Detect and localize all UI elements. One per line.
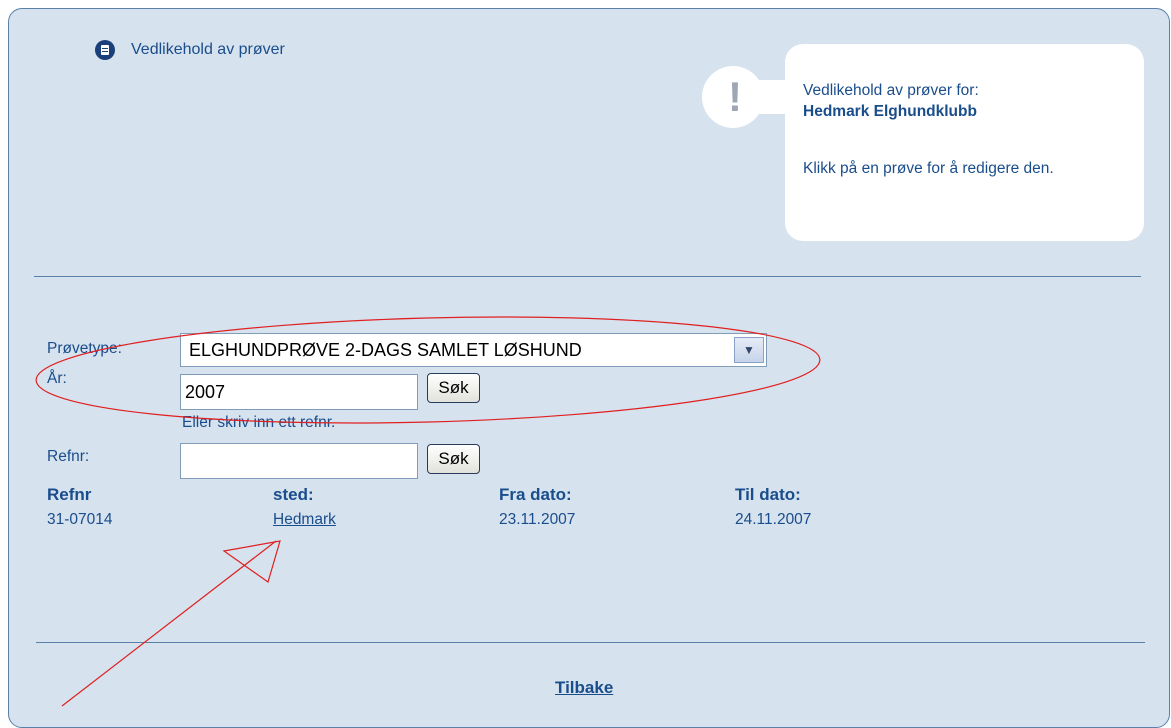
- page-title: Vedlikehold av prøver: [131, 41, 285, 58]
- chevron-down-icon[interactable]: ▼: [734, 337, 764, 363]
- info-hint: Klikk på en prøve for å redigere den.: [803, 160, 1054, 177]
- cell-refnr: 31-07014: [47, 511, 113, 528]
- search-button[interactable]: Søk: [427, 373, 480, 403]
- column-header-refnr: Refnr: [47, 485, 92, 504]
- back-link[interactable]: Tilbake: [555, 678, 613, 698]
- cell-til-dato: 24.11.2007: [735, 511, 812, 528]
- refnr-input[interactable]: [180, 443, 418, 479]
- refnr-search-button[interactable]: Søk: [427, 444, 480, 474]
- divider-bottom: [36, 642, 1145, 643]
- ar-label: År:: [47, 370, 67, 387]
- document-icon: [95, 40, 115, 60]
- column-header-fra-dato: Fra dato:: [499, 485, 572, 504]
- column-header-sted: sted:: [273, 485, 314, 504]
- column-header-til-dato: Til dato:: [735, 485, 801, 504]
- divider-top: [34, 276, 1141, 277]
- provetype-selected-value: ELGHUNDPRØVE 2-DAGS SAMLET LØSHUND: [189, 339, 582, 360]
- refnr-label: Refnr:: [47, 448, 90, 465]
- exclamation-icon: !: [728, 73, 742, 120]
- ar-input-value: 2007: [185, 381, 226, 402]
- provetype-select[interactable]: ELGHUNDPRØVE 2-DAGS SAMLET LØSHUND ▼: [180, 333, 767, 367]
- cell-fra-dato: 23.11.2007: [499, 511, 576, 528]
- info-org-name: Hedmark Elghundklubb: [803, 103, 977, 120]
- page-header: Vedlikehold av prøver: [95, 40, 285, 60]
- ar-input[interactable]: 2007: [180, 374, 418, 410]
- provetype-label: Prøvetype:: [47, 340, 122, 357]
- sted-link[interactable]: Hedmark: [273, 511, 336, 529]
- info-line: Vedlikehold av prøver for:: [803, 82, 979, 99]
- info-box-text: Vedlikehold av prøver for: Hedmark Elghu…: [803, 80, 1123, 179]
- or-refnr-hint: Eller skriv inn ett refnr.: [182, 414, 336, 431]
